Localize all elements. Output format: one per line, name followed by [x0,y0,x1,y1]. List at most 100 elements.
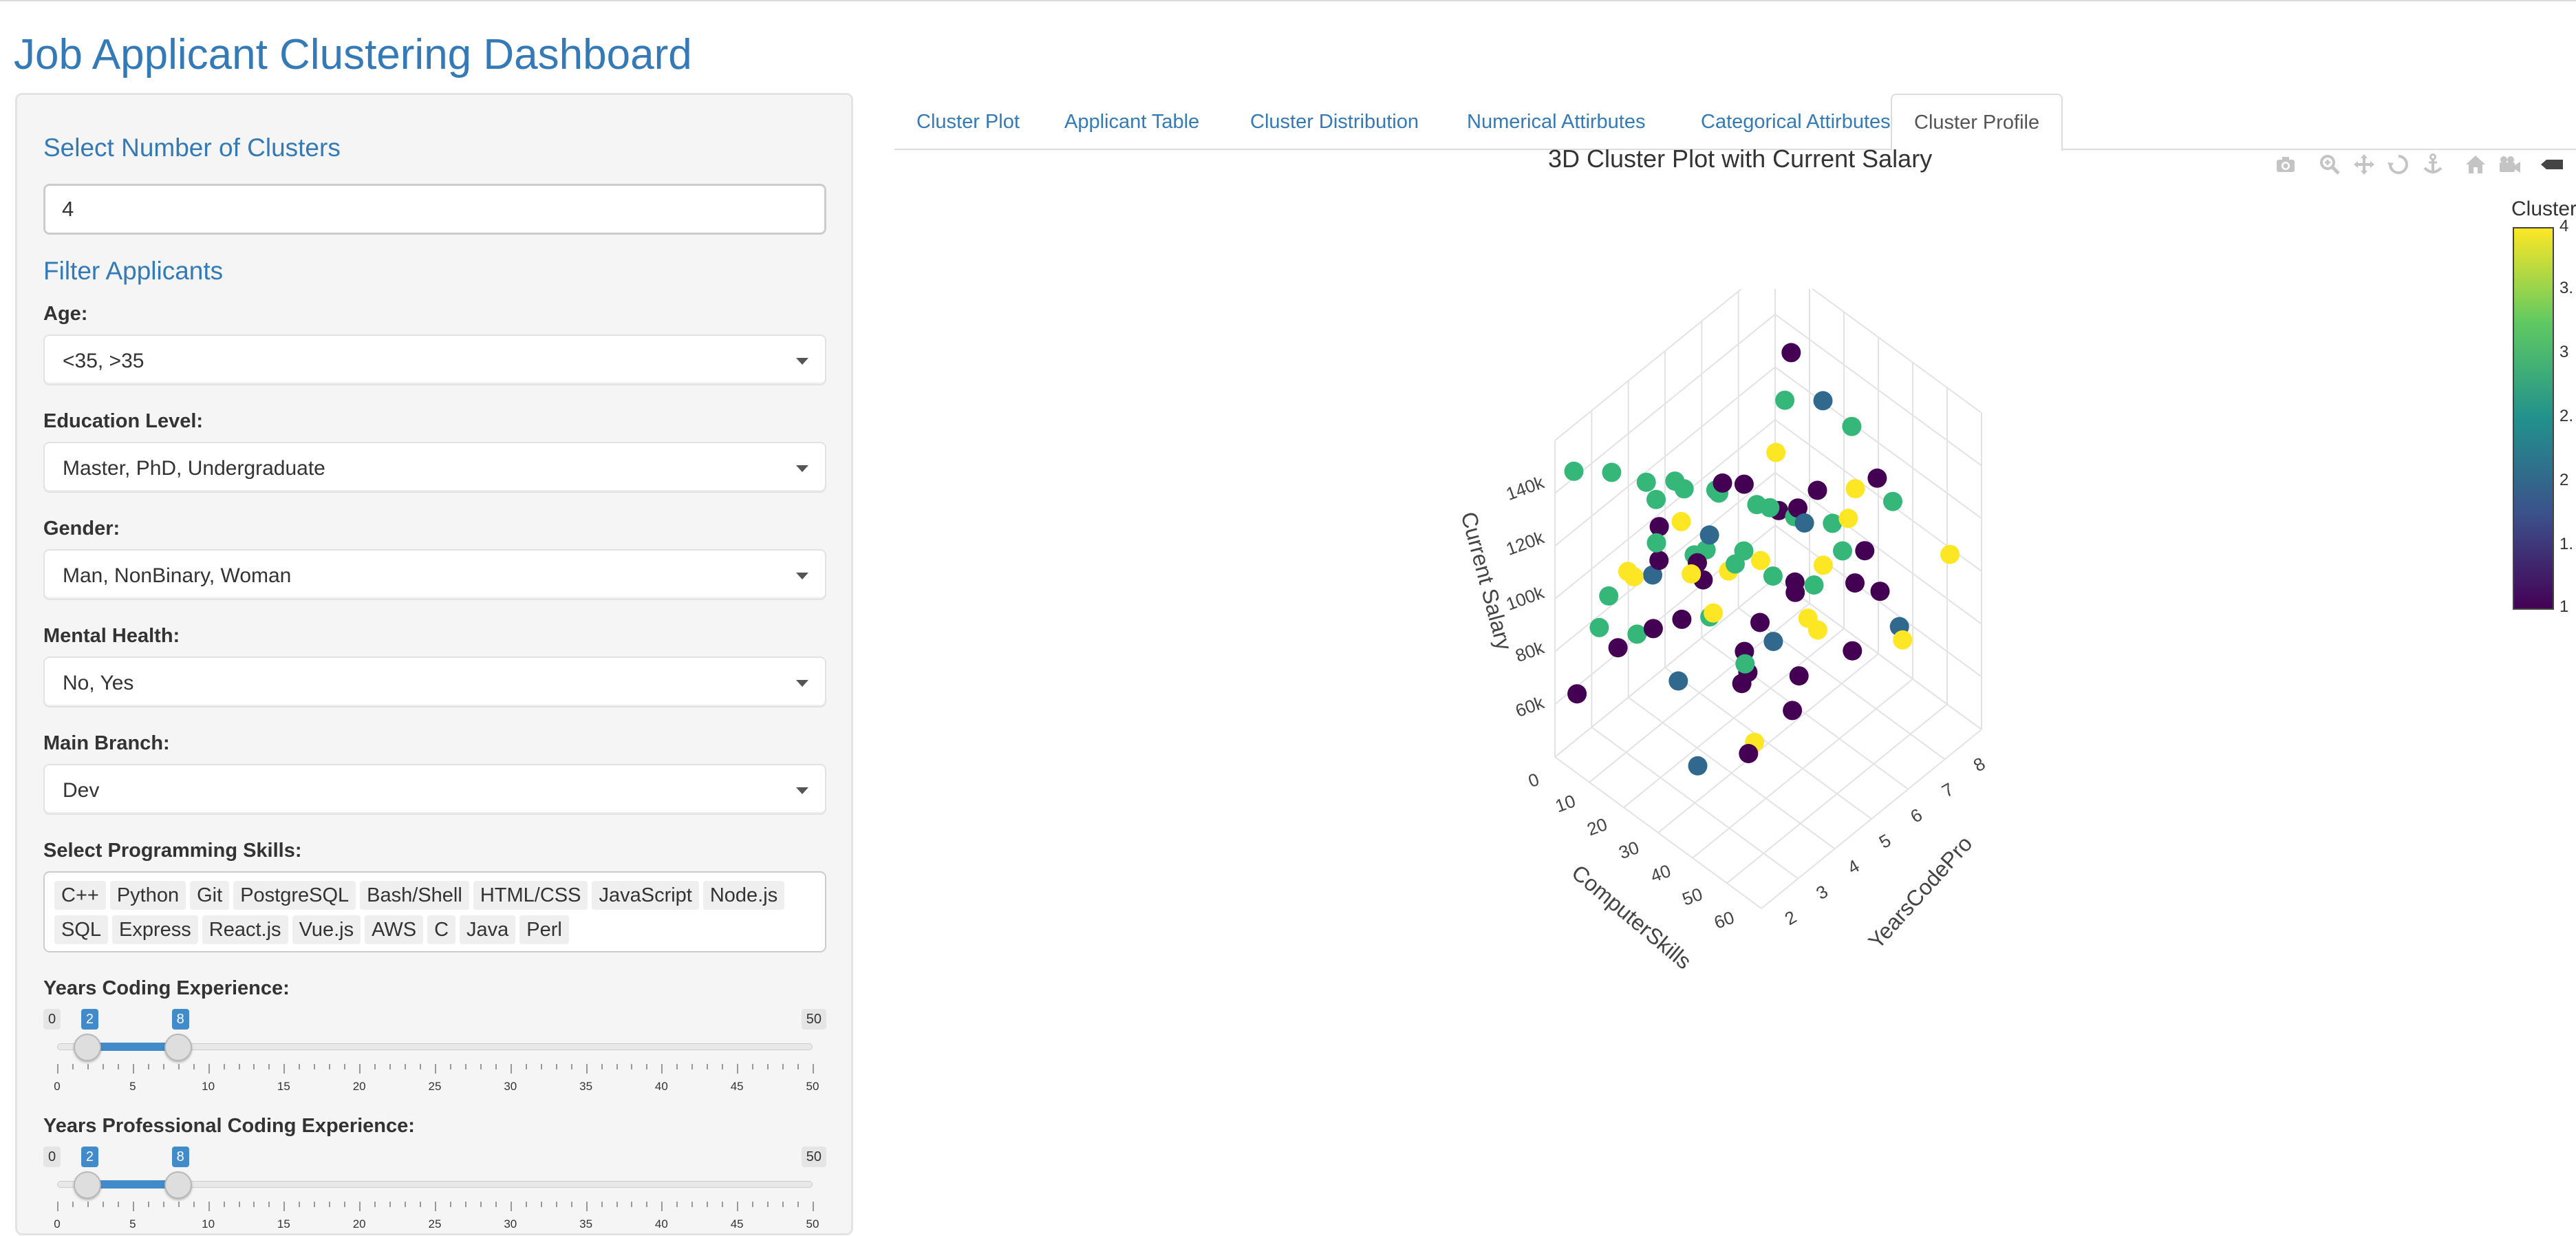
skill-tag[interactable]: React.js [202,915,288,944]
cluster-count-input[interactable] [43,184,826,235]
main-branch-select[interactable]: Dev [43,764,826,815]
data-point [1734,474,1754,494]
skill-tag[interactable]: Python [109,881,186,910]
skill-tag[interactable]: Bash/Shell [360,881,469,910]
skill-tag[interactable]: C [427,915,456,944]
slider-tick [132,1064,134,1074]
data-point [1813,555,1833,575]
slider-tick-label: 40 [654,1217,668,1230]
camera-icon[interactable] [2274,153,2297,176]
slider-minor-tick [405,1064,407,1069]
slider-minor-tick [752,1064,754,1069]
data-point [1567,684,1587,704]
slider-minor-tick [480,1202,482,1207]
tab-applicant-table[interactable]: Applicant Table [1042,94,1221,150]
scatter-3d-plot[interactable]: 0 10 2030405060 2345678 60k 80k 100k 120k 140k Co… [1307,289,2078,1060]
slider-tick-label: 40 [654,1080,668,1093]
years-pro-coding-slider[interactable]: 0 50 2 8 0 5 10 15 20 25 30 35 40 45 50 [43,1147,826,1236]
mental-health-select-value: No, Yes [63,672,134,694]
skill-tag[interactable]: Java [460,915,516,944]
y-tick-label: 8 [1970,753,1989,776]
skill-tag[interactable]: PostgreSQL [233,881,356,910]
reset-camera-icon[interactable] [2464,153,2487,176]
data-point [1763,566,1783,586]
slider-minor-tick [570,1202,572,1207]
data-point [1789,666,1809,686]
tab-numerical-attributes[interactable]: Numerical Attirbutes [1445,94,1668,150]
data-point [1794,513,1814,533]
slider-minor-tick [767,1064,769,1069]
zoom-icon[interactable] [2318,153,2341,176]
tab-cluster-distribution[interactable]: Cluster Distribution [1228,94,1441,150]
slider-from-handle[interactable] [73,1034,101,1061]
z-tick-label: 100k [1503,582,1547,615]
skill-tag[interactable]: Git [190,881,230,910]
slider-tick [359,1202,361,1211]
slider-minor-tick [782,1064,784,1069]
x-tick-label: 50 [1679,884,1705,910]
filter-section-title: Filter Applicants [43,257,224,285]
data-point [1602,462,1622,482]
data-point [1682,564,1702,584]
slider-minor-tick [616,1202,618,1207]
age-select[interactable]: <35, >35 [43,334,826,385]
data-point [1870,582,1890,601]
mental-health-select[interactable]: No, Yes [43,657,826,707]
x-tick-label: 10 [1552,790,1578,816]
y-tick-label: 6 [1907,804,1926,827]
orbit-rotation-icon[interactable] [2387,153,2410,176]
slider-minor-tick [797,1064,799,1069]
education-select-value: Master, PhD, Undergraduate [63,457,325,480]
toggle-spikelines-icon[interactable] [2540,153,2563,176]
slider-minor-tick [449,1202,451,1207]
slider-tick [283,1202,286,1211]
chevron-down-icon [796,573,808,579]
data-point [1649,551,1669,571]
slider-minor-tick [420,1064,422,1069]
skill-tag[interactable]: Perl [519,915,569,944]
skills-multiselect[interactable]: C++ Python Git PostgreSQL Bash/Shell HTML/CSS… [43,871,826,952]
slider-minor-tick [707,1064,709,1069]
z-tick-label: 80k [1512,637,1547,666]
data-point [1671,511,1691,531]
skill-tag[interactable]: SQL [54,915,109,944]
slider-minor-tick [314,1064,316,1069]
last-save-camera-icon[interactable] [2498,153,2522,176]
slider-to-handle[interactable] [164,1171,192,1199]
tab-cluster-profile[interactable]: Cluster Profile [1891,94,2063,151]
slider-minor-tick [767,1202,769,1207]
skill-tag[interactable]: C++ [54,881,106,910]
data-point [1599,586,1619,606]
top-border [0,0,2576,1]
slider-minor-tick [117,1202,119,1207]
slider-to-label: 8 [171,1009,189,1030]
slider-from-handle[interactable] [73,1171,101,1199]
slider-minor-tick [223,1202,225,1207]
slider-minor-tick [102,1064,104,1069]
slider-minor-tick [389,1202,391,1207]
skill-tag[interactable]: Vue.js [292,915,361,944]
slider-minor-tick [72,1064,74,1069]
gender-select[interactable]: Man, NonBinary, Woman [43,549,826,600]
slider-tick [737,1064,739,1074]
skill-tag[interactable]: Express [112,915,198,944]
slider-minor-tick [329,1202,331,1207]
years-coding-slider[interactable]: 0 50 2 8 0 5 10 15 20 25 30 35 40 45 50 [43,1009,826,1098]
education-select[interactable]: Master, PhD, Undergraduate [43,442,826,493]
skill-tag[interactable]: AWS [365,915,424,944]
slider-minor-tick [299,1064,301,1069]
data-point [1672,609,1692,629]
skill-tag[interactable]: HTML/CSS [473,881,588,910]
pan-icon[interactable] [2352,153,2376,176]
tab-categorical-attributes[interactable]: Categorical Attirbutes [1679,94,1913,150]
slider-minor-tick [495,1064,497,1069]
tab-cluster-plot[interactable]: Cluster Plot [894,94,1042,150]
slider-tick-label: 45 [730,1217,744,1230]
slider-to-handle[interactable] [164,1034,192,1061]
skill-tag[interactable]: Node.js [702,881,785,910]
skill-tag[interactable]: JavaScript [592,881,699,910]
turntable-rotation-icon[interactable] [2421,153,2445,176]
slider-minor-tick [374,1064,376,1069]
slider-tick [813,1064,814,1074]
slider-minor-tick [147,1064,149,1069]
